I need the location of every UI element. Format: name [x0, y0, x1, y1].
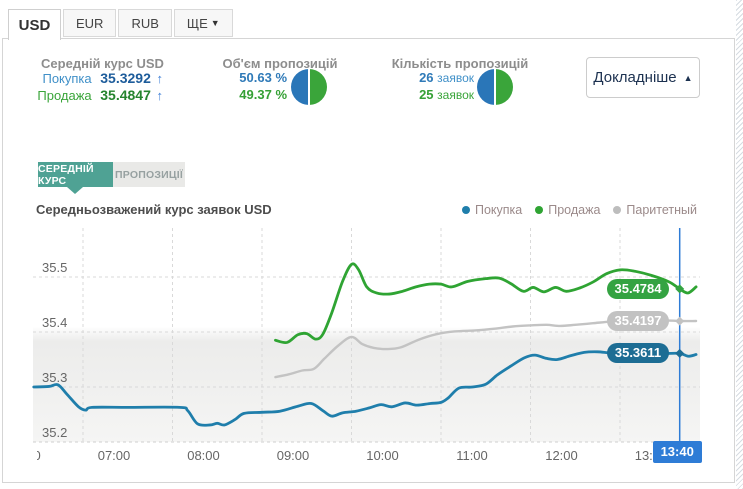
buy-rate-value: 35.3292	[100, 70, 151, 86]
sell-count-value: 25	[419, 87, 433, 102]
chevron-down-icon: ▼	[211, 18, 220, 28]
legend-dot-icon	[535, 206, 543, 214]
avg-rate-header: Середній курс USD	[30, 56, 175, 71]
sell-volume-percent: 49.37 %	[205, 87, 287, 102]
volume-header: Об'єм пропозицій	[205, 56, 355, 71]
buy-rate-row: Покупка 35.3292 ↑	[28, 70, 163, 86]
tab-usd[interactable]: USD	[8, 9, 61, 40]
chart-plot-area[interactable]	[33, 228, 700, 442]
tab-more[interactable]: ЩЕ▼	[174, 9, 233, 37]
sell-rate-value: 35.4847	[100, 87, 151, 103]
chart-title: Середньозважений курс заявок USD	[36, 202, 272, 217]
buy-count-row: 26 заявок	[390, 70, 474, 85]
parity-price-badge: 35.4197	[607, 311, 669, 331]
sell-price-badge: 35.4784	[607, 279, 669, 299]
up-arrow-icon: ↑	[157, 88, 164, 103]
legend-dot-icon	[613, 206, 621, 214]
buy-price-badge: 35.3611	[607, 343, 669, 363]
chart-legend: Покупка Продажа Паритетный	[462, 203, 697, 217]
buy-count-unit: заявок	[437, 71, 474, 85]
legend-item-sell[interactable]: Продажа	[535, 203, 600, 217]
tab-eur[interactable]: EUR	[63, 9, 116, 37]
volume-pie-chart	[291, 69, 327, 105]
chevron-up-icon: ▲	[684, 73, 693, 83]
sell-label: Продажа	[37, 88, 91, 103]
sell-count-row: 25 заявок	[390, 87, 474, 102]
legend-item-buy[interactable]: Покупка	[462, 203, 522, 217]
buy-count-value: 26	[419, 70, 433, 85]
up-arrow-icon: ↑	[157, 71, 164, 86]
tab-offers[interactable]: ПРОПОЗИЦІЇ	[113, 162, 185, 187]
currency-tab-bar: USD EUR RUB ЩЕ▼	[8, 9, 235, 40]
legend-dot-icon	[462, 206, 470, 214]
current-time-box: 13:40	[653, 441, 702, 463]
page-edge-texture	[736, 0, 743, 489]
legend-item-parity[interactable]: Паритетный	[613, 203, 697, 217]
tab-rub[interactable]: RUB	[118, 9, 171, 37]
tab-average-rate[interactable]: СЕРЕДНІЙ КУРС	[38, 162, 113, 187]
finance-ua-watermark: finance.ua	[338, 318, 412, 335]
sell-count-unit: заявок	[437, 88, 474, 102]
count-pie-chart	[477, 69, 513, 105]
buy-volume-percent: 50.63 %	[205, 70, 287, 85]
currency-widget: USD EUR RUB ЩЕ▼ Середній курс USD Покупк…	[0, 0, 743, 489]
sell-rate-row: Продажа 35.4847 ↑	[28, 87, 163, 103]
count-header: Кількість пропозицій	[385, 56, 535, 71]
buy-label: Покупка	[42, 71, 91, 86]
active-tab-pointer	[67, 187, 83, 194]
details-button[interactable]: Докладніше ▲	[586, 57, 700, 98]
